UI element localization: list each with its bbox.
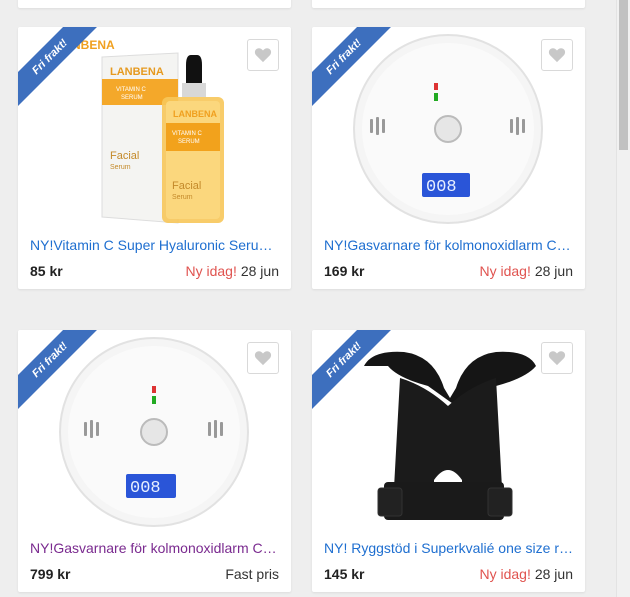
box-sub: Serum: [110, 164, 131, 171]
bottle-line1: VITAMIN C: [172, 131, 203, 137]
favorite-button[interactable]: [541, 342, 573, 374]
heart-icon: [254, 351, 272, 366]
lcd-readout: 008: [426, 178, 457, 197]
listing-card[interactable]: Fri frakt! 008 NY!Gasvarnare för kolmono…: [18, 330, 291, 592]
listing-meta: Ny idag! 28 jun: [479, 566, 573, 582]
favorite-button[interactable]: [247, 342, 279, 374]
listing-title[interactable]: NY!Gasvarnare för kolmonoxidlarm CO-dete…: [30, 540, 280, 556]
box-brand: LANBENA: [110, 66, 164, 78]
free-shipping-ribbon: Fri frakt!: [18, 330, 108, 420]
free-shipping-ribbon: Fri frakt!: [312, 330, 402, 420]
free-shipping-ribbon: Fri frakt!: [312, 27, 402, 117]
listing-title[interactable]: NY! Ryggstöd i Superkvalié one size rygg: [324, 540, 574, 556]
bottle-line2: SERUM: [178, 139, 200, 145]
listing-title[interactable]: NY!Vitamin C Super Hyaluronic Serum LANB…: [30, 237, 280, 253]
box-line2: SERUM: [121, 95, 143, 101]
free-shipping-ribbon: Fri frakt!: [18, 27, 108, 117]
scrollbar-thumb[interactable]: [619, 0, 628, 150]
listing-date: 28 jun: [534, 263, 573, 279]
page-scrollbar[interactable]: [616, 0, 630, 597]
favorite-button[interactable]: [541, 39, 573, 71]
listing-price: 169 kr: [324, 263, 365, 279]
new-today-badge: Ny idag!: [479, 263, 531, 279]
listing-meta: Ny idag! 28 jun: [479, 263, 573, 279]
listing-price: 799 kr: [30, 566, 71, 582]
ribbon-label: Fri frakt!: [18, 330, 101, 411]
listing-date: 28 jun: [534, 566, 573, 582]
heart-icon: [254, 48, 272, 63]
box-line1: VITAMIN C: [116, 87, 147, 93]
bottle-brand: LANBENA: [173, 109, 217, 119]
listing-title[interactable]: NY!Gasvarnare för kolmonoxidlarm CO-dete…: [324, 237, 574, 253]
previous-card-right[interactable]: [312, 0, 585, 8]
listing-price: 85 kr: [30, 263, 63, 279]
new-today-badge: Ny idag!: [185, 263, 237, 279]
new-today-badge: Ny idag!: [479, 566, 531, 582]
listing-card[interactable]: Fri frakt! 008 NY!Gasvarnare för kolmono…: [312, 27, 585, 289]
listing-card[interactable]: Fri frakt! NY! Ryggstöd i Superkvalié on…: [312, 330, 585, 592]
bottle-label: Facial: [172, 180, 201, 192]
listing-date: 28 jun: [240, 263, 279, 279]
listing-meta: Ny idag! 28 jun: [185, 263, 279, 279]
ribbon-label: Fri frakt!: [312, 330, 395, 411]
ribbon-label: Fri frakt!: [312, 27, 395, 108]
listing-price-type: Fast pris: [225, 566, 279, 582]
previous-card-left[interactable]: [18, 0, 291, 8]
listing-price: 145 kr: [324, 566, 365, 582]
bottle-sub: Serum: [172, 194, 193, 201]
lcd-readout: 008: [130, 479, 161, 498]
heart-icon: [548, 351, 566, 366]
ribbon-label: Fri frakt!: [18, 27, 101, 108]
heart-icon: [548, 48, 566, 63]
box-label: Facial: [110, 150, 139, 162]
listing-card[interactable]: Fri frakt! LANBENA LANBENA VITAMIN C SER…: [18, 27, 291, 289]
listing-meta: Fast pris: [221, 566, 279, 582]
favorite-button[interactable]: [247, 39, 279, 71]
